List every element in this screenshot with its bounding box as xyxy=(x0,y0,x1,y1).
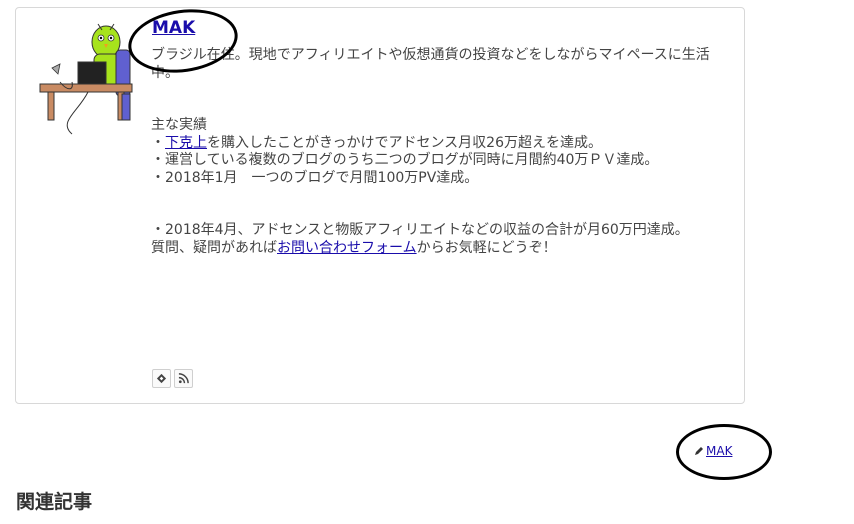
post-author: MAK xyxy=(694,444,732,458)
bio-intro: ブラジル在住。現地でアフィリエイトや仮想通貨の投資などをしながらマイペースに生活… xyxy=(151,47,710,81)
pencil-icon xyxy=(695,447,703,455)
contact-prefix: 質問、疑問があれば xyxy=(151,239,277,256)
social-links xyxy=(152,369,193,388)
author-avatar xyxy=(39,23,133,135)
achievements-heading: 主な実績 xyxy=(151,117,207,133)
rss-icon[interactable] xyxy=(174,369,193,388)
achievement-item: ・運営している複数のブログのうち二つのブログが同時に月間約40万ＰＶ達成。 xyxy=(151,152,659,168)
achievement-text: を購入したことがきっかけでアドセンス月収26万超えを達成。 xyxy=(207,134,602,151)
author-box: MAK ブラジル在住。現地でアフィリエイトや仮想通貨の投資などをしながらマイペー… xyxy=(15,7,745,404)
gekokujo-link[interactable]: 下克上 xyxy=(165,135,207,151)
post-author-link[interactable]: MAK xyxy=(706,444,732,458)
contact-suffix: からお気軽にどうぞ！ xyxy=(416,239,557,256)
feedly-icon[interactable] xyxy=(152,369,171,388)
achievement-item: ・下克上を購入したことがきっかけでアドセンス月収26万超えを達成。 xyxy=(151,135,729,153)
author-name-link[interactable]: MAK xyxy=(152,18,195,38)
contact-form-link[interactable]: お問い合わせフォーム xyxy=(277,240,417,256)
bullet: ・ xyxy=(151,134,165,151)
achievement-item: ・2018年4月、アドセンスと物販アフィリエイトなどの収益の合計が月60万円達成… xyxy=(151,222,689,238)
author-bio: ブラジル在住。現地でアフィリエイトや仮想通貨の投資などをしながらマイペースに生活… xyxy=(151,47,729,257)
achievement-item: ・2018年1月 一つのブログで月間100万PV達成。 xyxy=(151,169,479,186)
contact-line: 質問、疑問があればお問い合わせフォームからお気軽にどうぞ！ xyxy=(151,240,729,258)
related-articles-heading: 関連記事 xyxy=(16,491,93,513)
